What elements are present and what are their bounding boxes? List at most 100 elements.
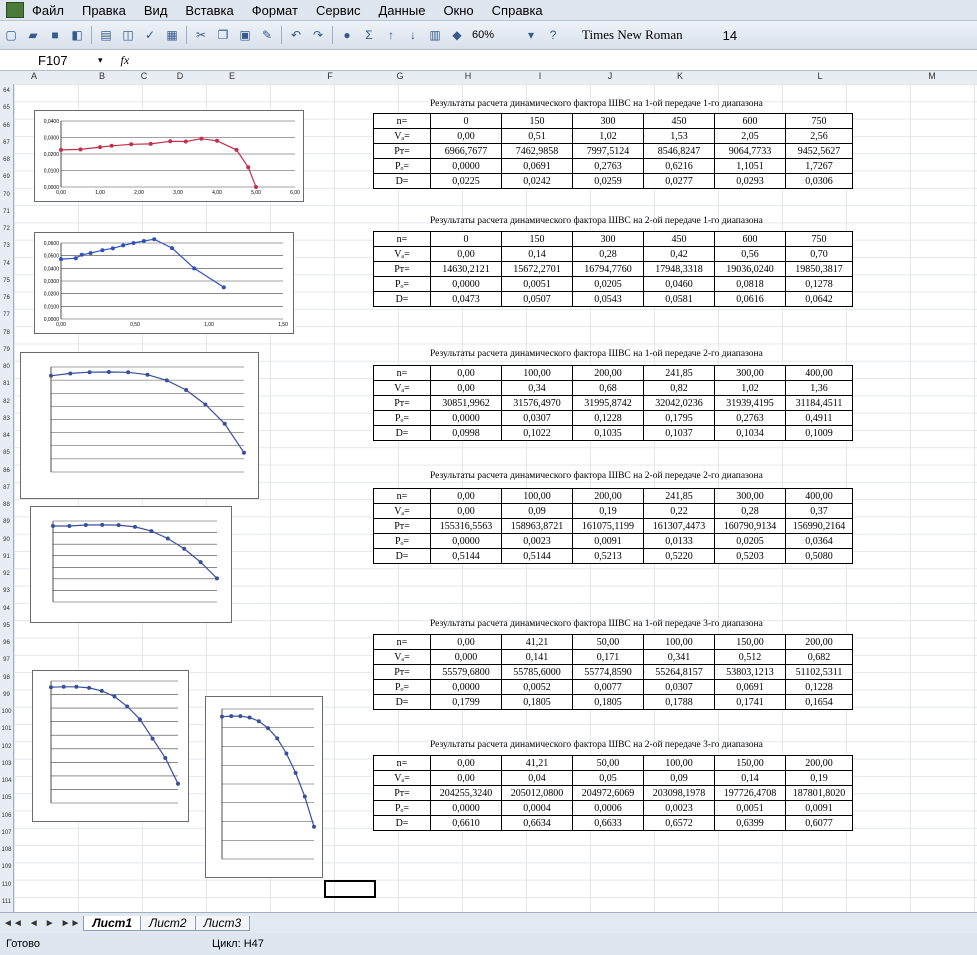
name-box-dropdown-icon[interactable]: ▾ [98, 55, 103, 66]
row-label[interactable]: n= [373, 365, 431, 381]
sheet-tab-3[interactable]: Лист3 [194, 915, 251, 931]
new-icon[interactable]: ▢ [2, 26, 20, 44]
column-header[interactable]: M [912, 71, 952, 81]
function-icon[interactable]: fx [121, 53, 130, 68]
row-header[interactable]: 108 [0, 847, 13, 853]
table-cell[interactable]: 53803,1213 [714, 664, 786, 680]
table-cell[interactable]: 0,0000 [430, 158, 502, 174]
row-header[interactable]: 94 [0, 606, 13, 612]
table-cell[interactable]: 100,00 [501, 488, 573, 504]
table-cell[interactable]: 1,7267 [785, 158, 853, 174]
table-cell[interactable]: 450 [643, 231, 715, 247]
redo-icon[interactable]: ↷ [309, 26, 327, 44]
copy-icon[interactable]: ❐ [214, 26, 232, 44]
row-header[interactable]: 70 [0, 192, 13, 198]
row-header[interactable]: 96 [0, 640, 13, 646]
table-cell[interactable]: 55785,6000 [501, 664, 573, 680]
table-cell[interactable]: 7462,9858 [501, 143, 573, 159]
table-cell[interactable]: 0,0277 [643, 173, 715, 189]
table-cell[interactable]: 0,56 [714, 246, 786, 262]
row-label[interactable]: Pₒ= [373, 276, 431, 292]
preview-icon[interactable]: ◫ [119, 26, 137, 44]
table-cell[interactable]: 0,6634 [501, 815, 573, 831]
menu-file[interactable]: Файл [32, 3, 64, 18]
hyperlink-icon[interactable]: ● [338, 26, 356, 44]
table-cell[interactable]: 0,2763 [714, 410, 786, 426]
row-label[interactable]: n= [373, 231, 431, 247]
table-cell[interactable]: 600 [714, 113, 786, 129]
row-header[interactable]: 79 [0, 347, 13, 353]
row-label[interactable]: Vₐ= [373, 380, 431, 396]
name-box[interactable]: F107 [0, 53, 110, 68]
spelling-icon[interactable]: ✓ [141, 26, 159, 44]
table-cell[interactable]: 0,0998 [430, 425, 502, 441]
table-cell[interactable]: 750 [785, 113, 853, 129]
table-cell[interactable]: 1,53 [643, 128, 715, 144]
table-cell[interactable]: 0,68 [572, 380, 644, 396]
row-header[interactable]: 83 [0, 416, 13, 422]
row-label[interactable]: D= [373, 815, 431, 831]
column-header[interactable]: I [520, 71, 560, 81]
table-cell[interactable]: 0,0051 [714, 800, 786, 816]
row-label[interactable]: Pₒ= [373, 679, 431, 695]
table-cell[interactable]: 0,512 [714, 649, 786, 665]
table-cell[interactable]: 0,00 [430, 365, 502, 381]
row-header[interactable]: 75 [0, 278, 13, 284]
sort-asc-icon[interactable]: ↑ [382, 26, 400, 44]
table-cell[interactable]: 0,04 [501, 770, 573, 786]
row-label[interactable]: Vₐ= [373, 649, 431, 665]
first-sheet-icon[interactable]: ◄◄ [3, 918, 23, 929]
table-cell[interactable]: 205012,0800 [501, 785, 573, 801]
row-header[interactable]: 67 [0, 140, 13, 146]
table-cell[interactable]: 0,0543 [572, 291, 644, 307]
row-header[interactable]: 87 [0, 485, 13, 491]
help-icon[interactable]: ? [544, 26, 562, 44]
row-header[interactable]: 110 [0, 882, 13, 888]
table-cell[interactable]: 0,6399 [714, 815, 786, 831]
column-header[interactable]: L [800, 71, 840, 81]
table-cell[interactable]: 0,05 [572, 770, 644, 786]
table-cell[interactable]: 197726,4708 [714, 785, 786, 801]
table-cell[interactable]: 0,0242 [501, 173, 573, 189]
table-cell[interactable]: 0,0691 [501, 158, 573, 174]
table-cell[interactable]: 150 [501, 113, 573, 129]
table-cell[interactable]: 0,00 [430, 634, 502, 650]
table-cell[interactable]: 0,0307 [501, 410, 573, 426]
row-header[interactable]: 105 [0, 795, 13, 801]
table-cell[interactable]: 0,6572 [643, 815, 715, 831]
table-cell[interactable]: 0,14 [501, 246, 573, 262]
row-header[interactable]: 107 [0, 830, 13, 836]
table-cell[interactable]: 158963,8721 [501, 518, 573, 534]
table-cell[interactable]: 0,1654 [785, 694, 853, 710]
table-cell[interactable]: 200,00 [785, 755, 853, 771]
row-header[interactable]: 68 [0, 157, 13, 163]
table-cell[interactable]: 0,0473 [430, 291, 502, 307]
table-cell[interactable]: 0,0004 [501, 800, 573, 816]
excel-app-icon[interactable] [6, 2, 24, 18]
table-cell[interactable]: 0,6077 [785, 815, 853, 831]
chart-6[interactable] [205, 696, 323, 878]
table-cell[interactable]: 19850,3817 [785, 261, 853, 277]
menu-data[interactable]: Данные [378, 3, 425, 18]
research-icon[interactable]: ▦ [163, 26, 181, 44]
table-cell[interactable]: 0,5144 [430, 548, 502, 564]
row-label[interactable]: D= [373, 548, 431, 564]
table-cell[interactable]: 0,5213 [572, 548, 644, 564]
table-cell[interactable]: 0,6216 [643, 158, 715, 174]
row-header[interactable]: 86 [0, 468, 13, 474]
table-cell[interactable]: 160790,9134 [714, 518, 786, 534]
table-cell[interactable]: 241,85 [643, 365, 715, 381]
paste-icon[interactable]: ▣ [236, 26, 254, 44]
table-cell[interactable]: 0,5080 [785, 548, 853, 564]
table-cell[interactable]: 0,0077 [572, 679, 644, 695]
table-cell[interactable]: 0,2763 [572, 158, 644, 174]
column-header[interactable]: D [160, 71, 200, 81]
table-cell[interactable]: 0,0225 [430, 173, 502, 189]
table-cell[interactable]: 161307,4473 [643, 518, 715, 534]
table-cell[interactable]: 0 [430, 113, 502, 129]
row-header[interactable]: 88 [0, 502, 13, 508]
table-cell[interactable]: 0,0023 [501, 533, 573, 549]
row-header[interactable]: 69 [0, 174, 13, 180]
table-cell[interactable]: 0,0306 [785, 173, 853, 189]
row-header[interactable]: 103 [0, 761, 13, 767]
